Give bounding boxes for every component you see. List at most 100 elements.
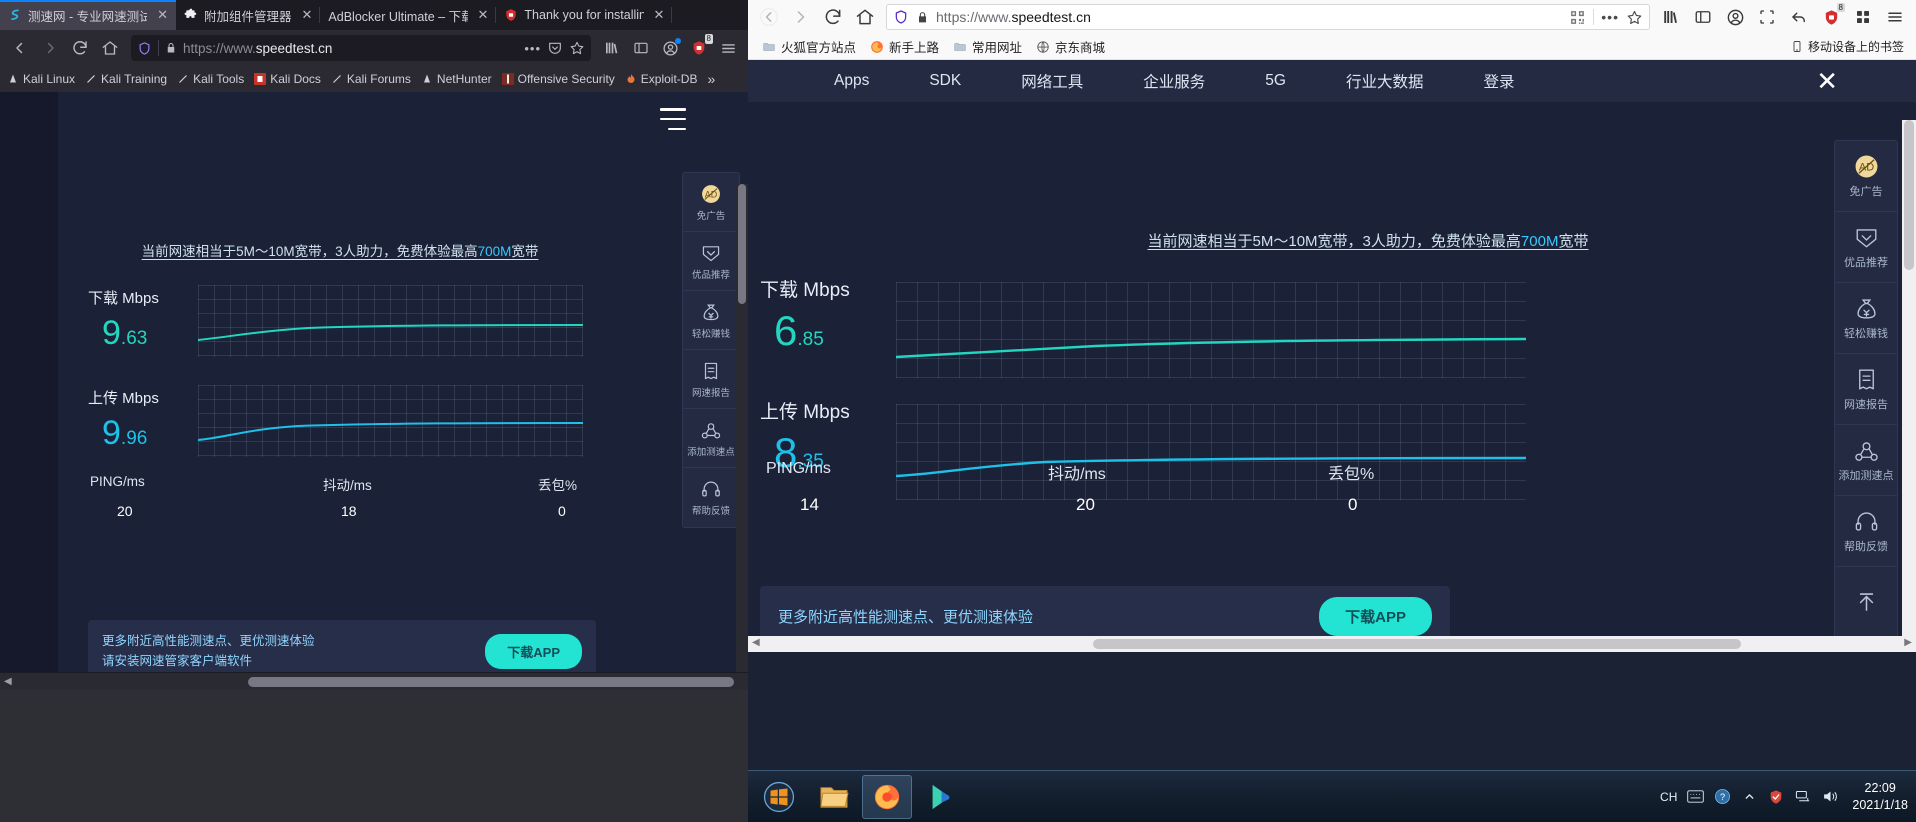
bookmark-kali-docs[interactable]: Kali Docs (250, 70, 325, 88)
w2-vertical-scrollbar[interactable] (1902, 120, 1916, 636)
bookmark-kali-forums[interactable]: Kali Forums (327, 70, 415, 88)
forward-button[interactable] (786, 2, 816, 32)
scroll-thumb[interactable] (1093, 639, 1741, 649)
w2-horizontal-scrollbar[interactable]: ◀ ▶ (748, 636, 1916, 652)
forward-button[interactable] (36, 34, 64, 62)
network-icon[interactable] (1794, 788, 1812, 806)
nav-item-network-tools[interactable]: 网络工具 (991, 70, 1113, 92)
bookmark-kali-training[interactable]: Kali Training (81, 70, 171, 88)
clock[interactable]: 22:09 2021/1/18 (1848, 780, 1908, 814)
adblocker-button[interactable]: 8 (1816, 2, 1846, 32)
bookmark-nethunter[interactable]: NetHunter (417, 70, 496, 88)
bookmark-offensive-security[interactable]: Offensive Security (498, 70, 619, 88)
undo-button[interactable] (1784, 2, 1814, 32)
tab-thank-you[interactable]: Thank you for installing ✕ (496, 0, 673, 30)
bookmarks-overflow-chevron-icon[interactable]: » (703, 71, 719, 87)
taskbar-item-explorer[interactable] (809, 775, 859, 819)
tracking-shield-icon[interactable] (137, 41, 152, 56)
keyboard-icon[interactable] (1686, 788, 1704, 806)
rail-item-ad-free[interactable]: AD 免广告 (1835, 141, 1897, 212)
bookmark-item[interactable]: 新手上路 (870, 37, 939, 56)
close-icon[interactable]: ✕ (298, 7, 313, 23)
scroll-thumb[interactable] (248, 677, 734, 687)
rail-item-help[interactable]: 帮助反馈 (1835, 496, 1897, 567)
tab-speedtest[interactable]: 测速网 - 专业网速测试, 宽带 ✕ (0, 0, 176, 30)
tracking-shield-icon[interactable] (893, 9, 909, 25)
show-hidden-icons-chevron-icon[interactable] (1740, 788, 1758, 806)
rail-item-earn-money[interactable]: 轻松赚钱 (1835, 283, 1897, 354)
address-bar[interactable]: https://www.speedtest.cn ••• (131, 35, 591, 61)
rail-item-help[interactable]: 帮助反馈 (683, 468, 739, 527)
close-icon[interactable]: ✕ (153, 7, 168, 23)
qrcode-icon[interactable] (1569, 9, 1586, 26)
scroll-left-arrow[interactable]: ◀ (4, 676, 12, 687)
bookmark-kali-tools[interactable]: Kali Tools (173, 70, 248, 88)
download-app-button-w1[interactable]: 下载APP (485, 633, 582, 669)
rail-item-report[interactable]: 网速报告 (1835, 354, 1897, 425)
rail-item-add-node[interactable]: 添加测速点 (683, 409, 739, 468)
taskbar-item-firefox[interactable] (862, 774, 912, 819)
adblocker-button[interactable]: 8 (685, 34, 713, 62)
nav-item-sdk[interactable]: SDK (899, 72, 991, 90)
rail-item-earn-money[interactable]: 轻松赚钱 (683, 291, 739, 350)
nav-item-5g[interactable]: 5G (1235, 72, 1316, 90)
volume-icon[interactable] (1821, 788, 1839, 806)
help-icon[interactable]: ? (1713, 788, 1731, 806)
bookmark-item[interactable]: 火狐官方站点 (762, 37, 856, 56)
reload-button[interactable] (818, 2, 848, 32)
page-actions-button[interactable]: ••• (1601, 9, 1619, 25)
page-actions-button[interactable]: ••• (524, 41, 541, 56)
scroll-left-arrow[interactable]: ◀ (752, 637, 760, 648)
promo-banner-w1[interactable]: 当前网速相当于5M～10M宽带，3人助力，免费体验最高700M宽带 (140, 240, 540, 260)
home-button[interactable] (96, 34, 124, 62)
scroll-right-arrow[interactable]: ▶ (1904, 637, 1912, 648)
w1-vertical-scrollbar[interactable] (736, 184, 748, 672)
bookmark-star-icon[interactable] (569, 40, 585, 56)
bookmark-exploit-db[interactable]: Exploit-DB (621, 70, 702, 88)
download-app-button-w2[interactable]: 下载APP (1319, 596, 1432, 636)
hamburger-menu-icon[interactable] (714, 34, 742, 62)
tab-addons-manager[interactable]: 附加组件管理器 ✕ (176, 0, 321, 30)
library-button[interactable] (598, 34, 626, 62)
nav-item-apps[interactable]: Apps (804, 72, 899, 90)
rail-item-back-to-top[interactable] (1835, 567, 1897, 638)
hamburger-menu-icon[interactable] (1880, 2, 1910, 32)
rail-item-report[interactable]: 网速报告 (683, 350, 739, 409)
address-bar[interactable]: https://www.speedtest.cn ••• (886, 4, 1650, 30)
start-button[interactable] (752, 775, 806, 819)
pocket-icon[interactable] (547, 40, 563, 56)
w1-horizontal-scrollbar[interactable]: ◀ (0, 672, 748, 690)
rail-item-recommend[interactable]: 优品推荐 (683, 232, 739, 291)
close-icon[interactable]: ✕ (650, 7, 665, 23)
nav-item-login[interactable]: 登录 (1453, 70, 1544, 92)
nav-item-enterprise[interactable]: 企业服务 (1113, 70, 1235, 92)
back-button[interactable] (6, 34, 34, 62)
security-shield-icon[interactable] (1767, 788, 1785, 806)
rail-item-recommend[interactable]: 优品推荐 (1835, 212, 1897, 283)
bookmark-item[interactable]: 京东商城 (1036, 37, 1105, 56)
bookmark-star-icon[interactable] (1626, 9, 1643, 26)
taskbar-item-app[interactable] (915, 775, 965, 819)
ime-indicator[interactable]: CH (1660, 790, 1677, 804)
nav-item-bigdata[interactable]: 行业大数据 (1316, 70, 1454, 92)
rail-item-add-node[interactable]: 添加测速点 (1835, 425, 1897, 496)
reload-button[interactable] (66, 34, 94, 62)
sidebar-button[interactable] (627, 34, 655, 62)
rail-item-ad-free[interactable]: AD 免广告 (683, 173, 739, 232)
tab-adblocker-ultimate[interactable]: AdBlocker Ultimate – 下载 ✕ (320, 0, 497, 30)
grid-button[interactable] (1848, 2, 1878, 32)
promo-banner-w2[interactable]: 当前网速相当于5M～10M宽带，3人助力，免费体验最高700M宽带 (1148, 230, 1589, 251)
close-icon[interactable]: ✕ (474, 7, 489, 23)
bookmark-kali-linux[interactable]: Kali Linux (3, 70, 79, 88)
mobile-bookmarks-item[interactable]: 移动设备上的书签 (1791, 38, 1904, 55)
library-button[interactable] (1656, 2, 1686, 32)
account-button[interactable] (656, 34, 684, 62)
close-icon[interactable]: ✕ (1816, 68, 1838, 94)
scroll-thumb[interactable] (1904, 120, 1914, 270)
scroll-thumb[interactable] (738, 184, 746, 304)
screenshot-button[interactable] (1752, 2, 1782, 32)
account-button[interactable] (1720, 2, 1750, 32)
home-button[interactable] (850, 2, 880, 32)
back-button[interactable] (754, 2, 784, 32)
site-menu-button-w1[interactable] (660, 108, 686, 130)
